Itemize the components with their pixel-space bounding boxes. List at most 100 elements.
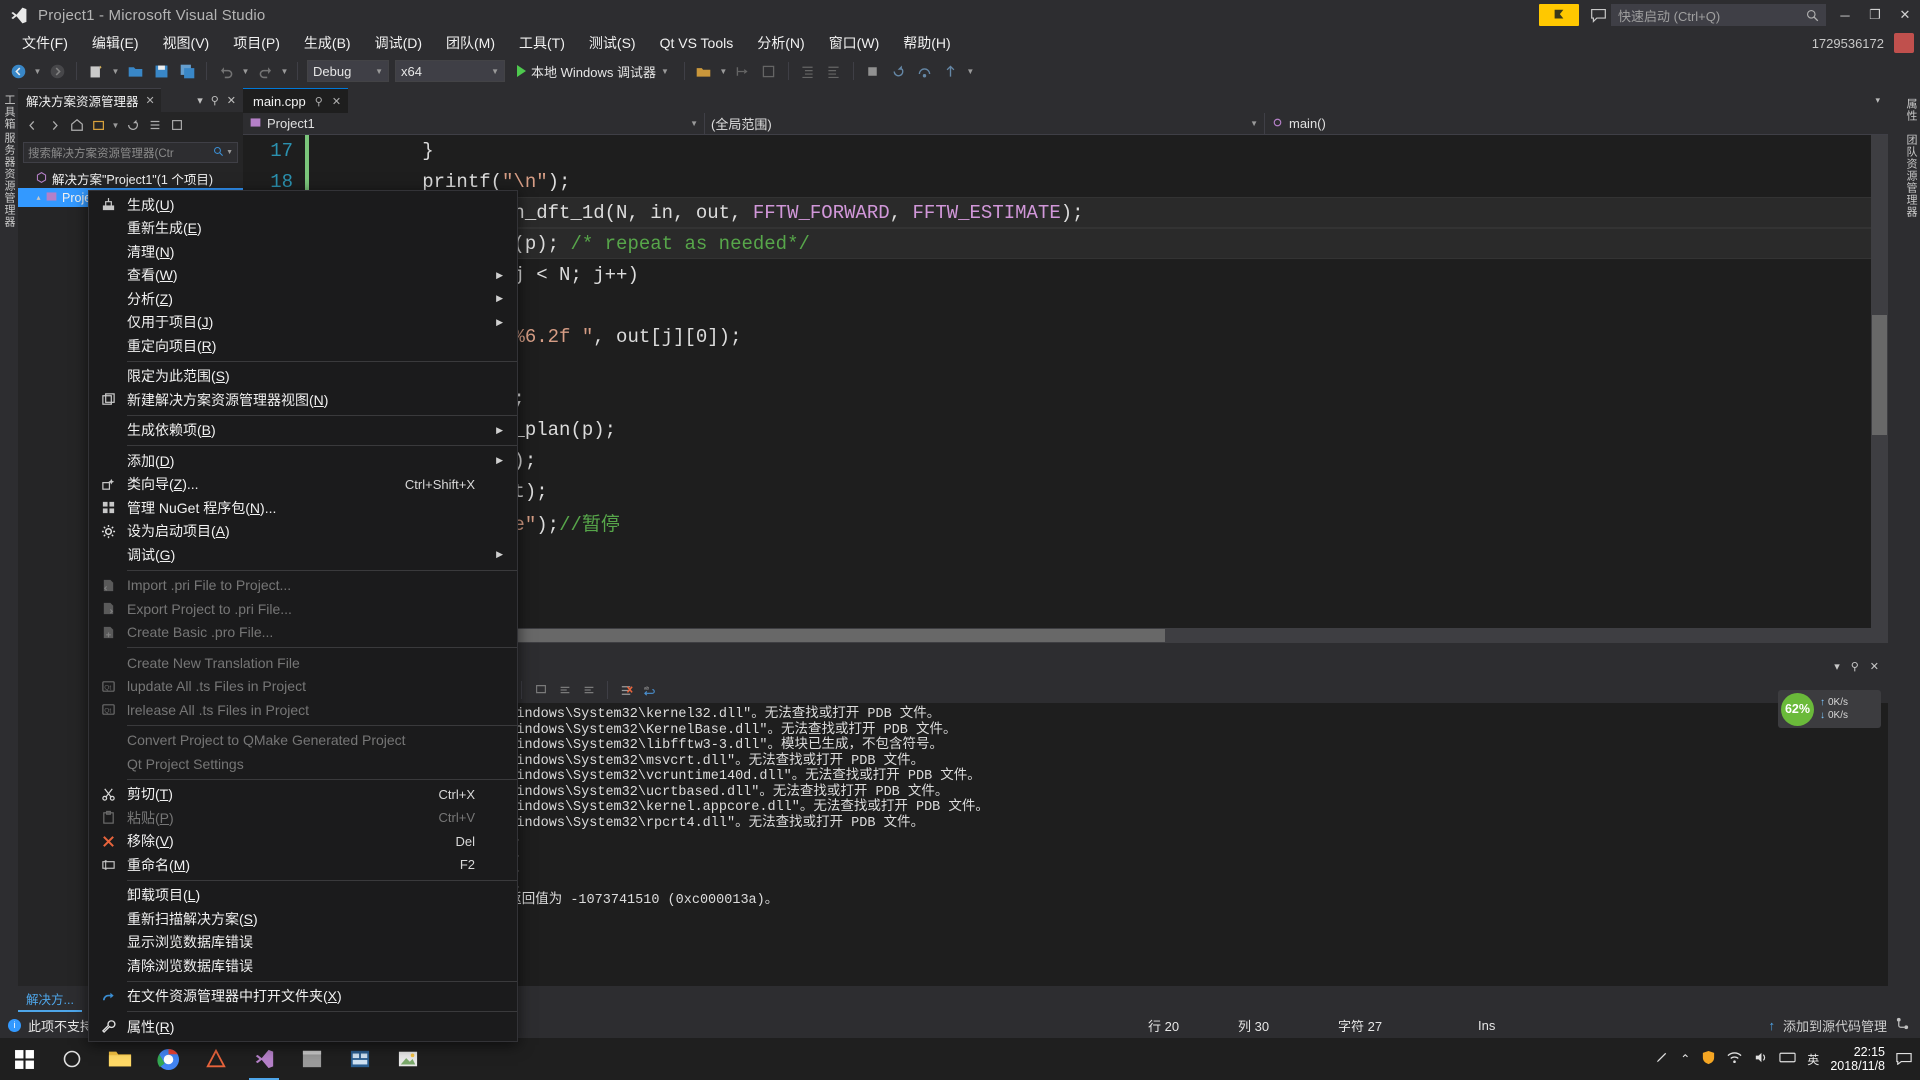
network-icon[interactable] [1727,1050,1742,1068]
taskbar-file-explorer[interactable] [96,1038,144,1080]
menu-analyze[interactable]: 分析(N) [745,30,816,56]
fold-gutter[interactable] [309,135,331,166]
rail-label-server-explorer[interactable]: 服务器资源管理器 [1,132,17,228]
editor-tab-main-cpp[interactable]: main.cpp ⚲ ✕ [243,88,349,113]
editor-tabrow-overflow-icon[interactable]: ▾ [1875,95,1888,106]
outdent-icon[interactable] [822,59,846,83]
chevron-down-icon[interactable]: ▼ [110,113,121,137]
tab-solution-explorer[interactable]: 解决方... [18,987,82,1012]
chevron-down-icon[interactable]: ▾ [197,94,203,107]
context-menu-item[interactable]: 仅用于项目(J) ▶ [89,311,517,335]
editor-vertical-scrollbar[interactable] [1871,135,1888,643]
context-menu-item[interactable]: 重命名(M) F2 [89,853,517,877]
restart-icon[interactable] [887,59,911,83]
menu-test[interactable]: 测试(S) [577,30,648,56]
windows-start-icon[interactable] [0,1038,48,1080]
chevron-down-icon[interactable]: ▼ [661,67,669,76]
back-dropdown-icon[interactable]: ▼ [32,59,43,83]
context-menu-item[interactable]: 类向导(Z)... Ctrl+Shift+X [89,473,517,497]
attach-icon[interactable] [692,59,716,83]
close-button[interactable]: ✕ [1890,0,1920,30]
context-menu-item[interactable]: 移除(V) Del [89,830,517,854]
menu-view[interactable]: 视图(V) [151,30,222,56]
context-menu-item[interactable]: 重新生成(E) [89,217,517,241]
step-icon[interactable] [731,59,755,83]
nav-project-select[interactable]: Project1 ▼ [243,112,705,135]
undo-dropdown-icon[interactable]: ▼ [240,59,251,83]
context-menu-item[interactable]: 添加(D) ▶ [89,449,517,473]
taskbar-visual-studio[interactable] [240,1038,288,1080]
menu-project[interactable]: 项目(P) [221,30,292,56]
context-menu-item[interactable]: 重定向项目(R) [89,334,517,358]
close-icon[interactable]: ✕ [146,94,155,107]
configuration-select[interactable]: Debug ▼ [307,60,389,82]
menu-build[interactable]: 生成(B) [292,30,363,56]
network-speed-badge[interactable]: 62% ↑ 0K/s ↓ 0K/s [1778,690,1881,728]
properties-icon[interactable] [166,115,187,136]
menu-qt-vs-tools[interactable]: Qt VS Tools [648,32,746,54]
context-menu-item[interactable]: 重新扫描解决方案(S) [89,907,517,931]
menu-help[interactable]: 帮助(H) [891,30,962,56]
context-menu-item[interactable]: 设为启动项目(A) [89,520,517,544]
context-menu-item[interactable]: 显示浏览数据库错误 [89,931,517,955]
context-menu-item[interactable]: 查看(W) ▶ [89,264,517,288]
save-all-icon[interactable] [175,59,199,83]
menu-edit[interactable]: 编辑(E) [80,30,151,56]
context-menu-item[interactable]: 在文件资源管理器中打开文件夹(X) [89,985,517,1009]
context-menu-item[interactable]: 清除浏览数据库错误 [89,954,517,978]
platform-select[interactable]: x64 ▼ [395,60,505,82]
avatar[interactable] [1894,33,1914,53]
quick-launch-input[interactable]: 快速启动 (Ctrl+Q) [1611,4,1826,26]
close-icon[interactable]: ✕ [1870,660,1879,673]
nav-member-select[interactable]: main() [1265,113,1865,135]
tree-item-solution[interactable]: 解决方案"Project1"(1 个项目) [18,169,243,188]
clear-all-icon[interactable] [616,680,637,701]
refresh-icon[interactable] [122,115,143,136]
indent-icon[interactable] [796,59,820,83]
nav-scope-select[interactable]: (全局范围) ▼ [705,112,1265,135]
rail-label-team-explorer[interactable]: 团队资源管理器 [1903,134,1919,218]
go-to-next-icon[interactable] [578,680,599,701]
collapse-all-icon[interactable] [144,115,165,136]
context-menu-item[interactable]: 管理 NuGet 程序包(N)... [89,496,517,520]
back-icon[interactable] [22,115,43,136]
context-menu-item[interactable]: 剪切(T) Ctrl+X [89,783,517,807]
open-file-icon[interactable] [123,59,147,83]
context-menu-item[interactable]: 卸载项目(L) [89,884,517,908]
chevron-down-icon[interactable]: ▾ [1834,660,1840,673]
menu-window[interactable]: 窗口(W) [817,30,892,56]
code-line[interactable]: 17 } [243,135,1888,166]
pin-icon[interactable]: ⚲ [211,94,219,107]
rail-label-properties[interactable]: 属性 [1903,98,1919,122]
context-menu-item[interactable]: 生成(U) [89,193,517,217]
source-control-icon[interactable] [1895,1016,1910,1034]
redo-icon[interactable] [253,59,277,83]
start-debug-button[interactable]: 本地 Windows 调试器 ▼ [509,62,677,81]
pin-icon[interactable]: ⚲ [315,95,323,108]
scrollbar-thumb[interactable] [1872,315,1887,435]
context-menu-item[interactable]: 调试(G) ▶ [89,543,517,567]
stop-icon[interactable] [861,59,885,83]
new-dropdown-icon[interactable]: ▼ [110,59,121,83]
forward-icon[interactable] [45,59,69,83]
menu-team[interactable]: 团队(M) [434,30,507,56]
source-control-label[interactable]: 添加到源代码管理 [1783,1016,1887,1035]
pen-icon[interactable] [1654,1050,1669,1068]
menu-tools[interactable]: 工具(T) [507,30,577,56]
solution-explorer-tab[interactable]: 解决方案资源管理器 ✕ [18,88,161,112]
taskbar-app-a[interactable] [192,1038,240,1080]
new-project-icon[interactable] [84,59,108,83]
back-icon[interactable] [6,59,30,83]
ime-icon[interactable]: 英 [1807,1051,1819,1068]
context-menu-item[interactable]: 限定为此范围(S) [89,365,517,389]
taskbar-chrome[interactable] [144,1038,192,1080]
context-menu-item[interactable]: 生成依赖项(B) ▶ [89,419,517,443]
search-input[interactable]: 搜索解决方案资源管理器(Ctr ▼ [23,142,238,163]
menu-debug[interactable]: 调试(D) [363,30,434,56]
context-menu-item[interactable]: 清理(N) [89,240,517,264]
home-icon[interactable] [66,115,87,136]
toolbar-overflow-icon[interactable]: ▼ [965,59,976,83]
keyboard-icon[interactable] [1779,1051,1796,1067]
toggle-word-wrap-icon[interactable]: ab [640,680,661,701]
close-icon[interactable]: ✕ [332,95,341,108]
